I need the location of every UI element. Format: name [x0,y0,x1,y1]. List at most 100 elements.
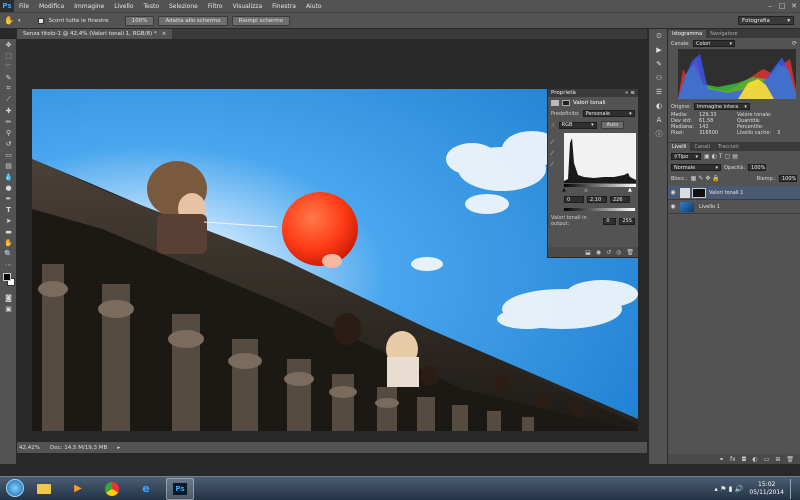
menu-livello[interactable]: Livello [109,3,138,10]
lasso-tool-icon[interactable]: ➰ [0,61,17,72]
history-icon[interactable]: ⏲ [649,29,669,43]
internet-explorer-icon[interactable]: e [132,478,160,500]
photoshop-taskbar-icon[interactable]: Ps [166,477,194,500]
adjustments-icon[interactable]: ◐ [649,99,669,113]
new-group-icon[interactable]: ▭ [764,456,770,463]
tab-layers[interactable]: Livelli [668,143,691,151]
clock-time[interactable]: 15:02 [749,481,784,489]
tab-paths[interactable]: Tracciati [714,143,743,151]
menu-selezione[interactable]: Selezione [164,3,203,10]
tray-icons[interactable]: ▴ ⚑ ▮ 🔊 [714,485,743,493]
history-brush-tool-icon[interactable]: ↺ [0,138,17,149]
gradient-tool-icon[interactable]: ▤ [0,160,17,171]
crop-tool-icon[interactable]: ⌗ [0,83,17,94]
blend-mode-select[interactable]: Normale ▾ [671,164,721,171]
tab-histogram[interactable]: Istogramma [668,30,707,38]
scroll-all-checkbox[interactable] [38,17,45,24]
auto-button[interactable]: Auto [600,121,625,129]
layer-mask-thumbnail[interactable] [692,187,706,198]
eyedropper-tool-icon[interactable]: ⟋ [0,94,17,105]
zoom-100-button[interactable]: 100% [124,15,155,26]
close-tab-icon[interactable]: × [162,31,167,37]
white-point-eyedropper-icon[interactable]: ⟋ [550,159,558,170]
hand-tool-icon[interactable]: ✋ [0,237,17,248]
channel-select[interactable]: RGB ▾ [558,121,597,129]
layer-style-icon[interactable]: fx [730,456,736,463]
path-selection-tool-icon[interactable]: ➤ [0,215,17,226]
marquee-tool-icon[interactable]: ⬚ [0,50,17,61]
refresh-icon[interactable]: ⟳ [792,40,797,47]
trash-icon[interactable]: 🗑 [786,456,794,463]
menu-modifica[interactable]: Modifica [34,3,69,10]
explorer-icon[interactable] [30,478,58,500]
clone-stamp-tool-icon[interactable]: ⚲ [0,127,17,138]
menu-immagine[interactable]: Immagine [69,3,109,10]
move-tool-icon[interactable]: ✥ [0,39,17,50]
properties-header[interactable]: Proprietà » ≡ [548,89,638,97]
clock-date[interactable]: 05/11/2014 [749,489,784,497]
document-tab[interactable]: Senza titolo-1 @ 42,4% (Valori tonali 1,… [17,29,173,39]
zoom-tool-icon[interactable]: 🔍 [0,248,17,259]
input-gamma-field[interactable]: 2,10 [587,196,607,203]
eraser-tool-icon[interactable]: ▭ [0,149,17,160]
menu-aiuto[interactable]: Aiuto [301,3,327,10]
shape-tool-icon[interactable]: ▬ [0,226,17,237]
input-white-field[interactable]: 226 [610,196,630,203]
lock-icons[interactable]: ▦✎✥🔒 [691,175,722,182]
source-select[interactable]: Immagine intera ▾ [693,103,750,110]
menu-file[interactable]: File [14,3,34,10]
new-adjustment-icon[interactable]: ◐ [752,456,757,463]
trash-icon[interactable]: 🗑 [626,249,634,256]
character-icon[interactable]: A [649,113,669,127]
target-adjust-icon[interactable]: ☝ [551,122,555,129]
menu-testo[interactable]: Testo [139,3,165,10]
link-layers-icon[interactable]: ⚭ [719,456,724,463]
mask-icon[interactable] [562,99,570,106]
brush-tool-icon[interactable]: ✏ [0,116,17,127]
layer-row-adjustment[interactable]: ◉ Valori tonali 1 [668,186,800,200]
chrome-icon[interactable] [98,478,126,500]
layer-row-image[interactable]: ◉ Livello 1 [668,200,800,214]
tab-navigator[interactable]: Navigatore [706,30,741,38]
blur-tool-icon[interactable]: 💧 [0,171,17,182]
visibility-icon[interactable]: ◎ [616,249,621,256]
eye-icon[interactable]: ◉ [668,203,678,210]
menu-visualizza[interactable]: Visualizza [228,3,268,10]
tool-preset-dropdown-icon[interactable]: ▾ [18,18,21,24]
zoom-level[interactable]: 42,42% [19,445,40,451]
close-icon[interactable]: ✕ [788,0,800,12]
healing-brush-tool-icon[interactable]: ✚ [0,105,17,116]
hand-tool-icon[interactable]: ✋ [4,16,14,25]
show-desktop-button[interactable] [790,479,796,499]
layer-thumbnail[interactable] [680,201,694,212]
input-black-field[interactable]: 0 [564,196,584,203]
quick-mask-icon[interactable]: ◙ [0,292,17,303]
collapse-icon[interactable]: » [625,90,628,96]
histogram-channel-select[interactable]: Colori ▾ [692,40,735,47]
foreground-color-swatch[interactable] [3,273,11,281]
fill-screen-button[interactable]: Riempi schermo [231,15,291,26]
gray-point-eyedropper-icon[interactable]: ⟋ [550,148,558,159]
opacity-field[interactable]: 100% [748,164,767,171]
clone-source-icon[interactable]: ⚇ [649,71,669,85]
brush-presets-icon[interactable]: ✎ [649,57,669,71]
menu-filtro[interactable]: Filtro [203,3,228,10]
workspace-dropdown[interactable]: Fotografia ▾ [738,16,794,25]
info-icon[interactable]: ⓘ [649,127,669,141]
reset-icon[interactable]: ↺ [606,249,611,256]
panel-menu-icon[interactable]: ≡ [630,90,635,96]
layer-filter-select[interactable]: ⚲ Tipo ▾ [671,153,701,160]
eye-icon[interactable]: ◉ [668,189,678,196]
input-white-slider[interactable]: ▲ [628,187,632,193]
view-previous-icon[interactable]: ◉ [596,249,601,256]
menu-finestra[interactable]: Finestra [267,3,301,10]
input-gamma-slider[interactable]: ▲ [584,187,588,193]
clip-to-layer-icon[interactable]: ⬓ [585,249,591,256]
black-point-eyedropper-icon[interactable]: ⟋ [550,137,558,148]
new-layer-icon[interactable]: ⊞ [775,456,780,463]
color-swatches[interactable] [0,270,16,292]
output-black-field[interactable]: 0 [603,217,617,225]
add-mask-icon[interactable]: ◘ [742,456,747,463]
input-black-slider[interactable]: ▲ [562,187,566,193]
type-tool-icon[interactable]: T [0,204,17,215]
